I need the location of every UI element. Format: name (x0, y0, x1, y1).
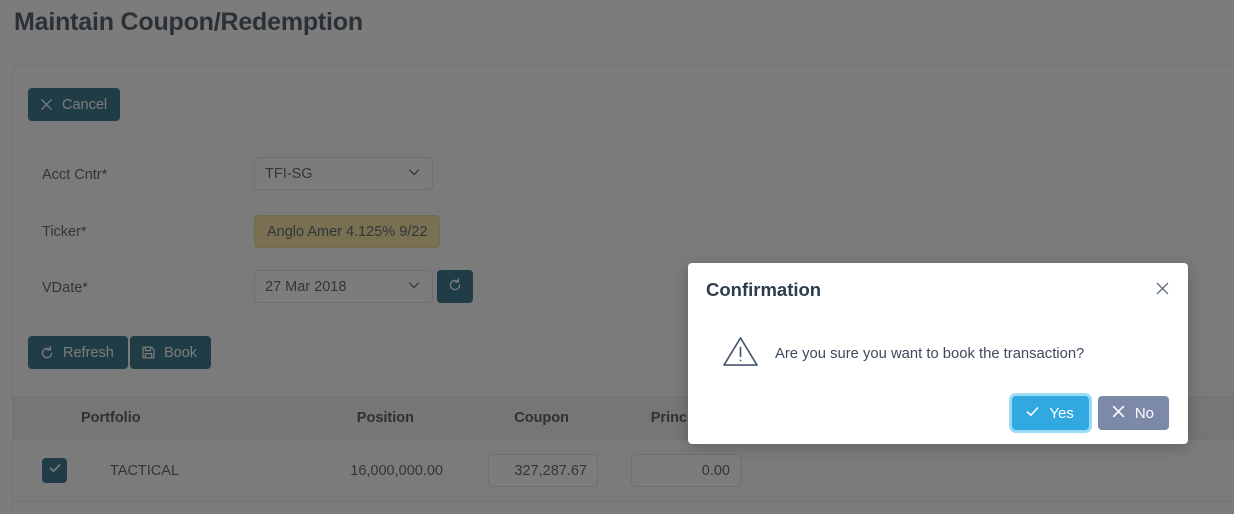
warning-triangle-icon (722, 335, 759, 373)
check-icon (1024, 403, 1041, 424)
confirmation-dialog: Confirmation Are you sure you want to bo… (688, 263, 1188, 444)
dialog-title: Confirmation (706, 279, 822, 300)
close-icon (1110, 403, 1127, 424)
dialog-body: Are you sure you want to book the transa… (722, 335, 1168, 373)
dialog-message: Are you sure you want to book the transa… (775, 346, 1085, 362)
yes-button[interactable]: Yes (1012, 396, 1089, 430)
dialog-actions: Yes No (1012, 396, 1169, 430)
no-button[interactable]: No (1097, 396, 1169, 430)
close-icon (1154, 280, 1171, 302)
dialog-close-button[interactable] (1149, 278, 1175, 304)
yes-button-label: Yes (1049, 404, 1074, 422)
no-button-label: No (1134, 404, 1154, 422)
